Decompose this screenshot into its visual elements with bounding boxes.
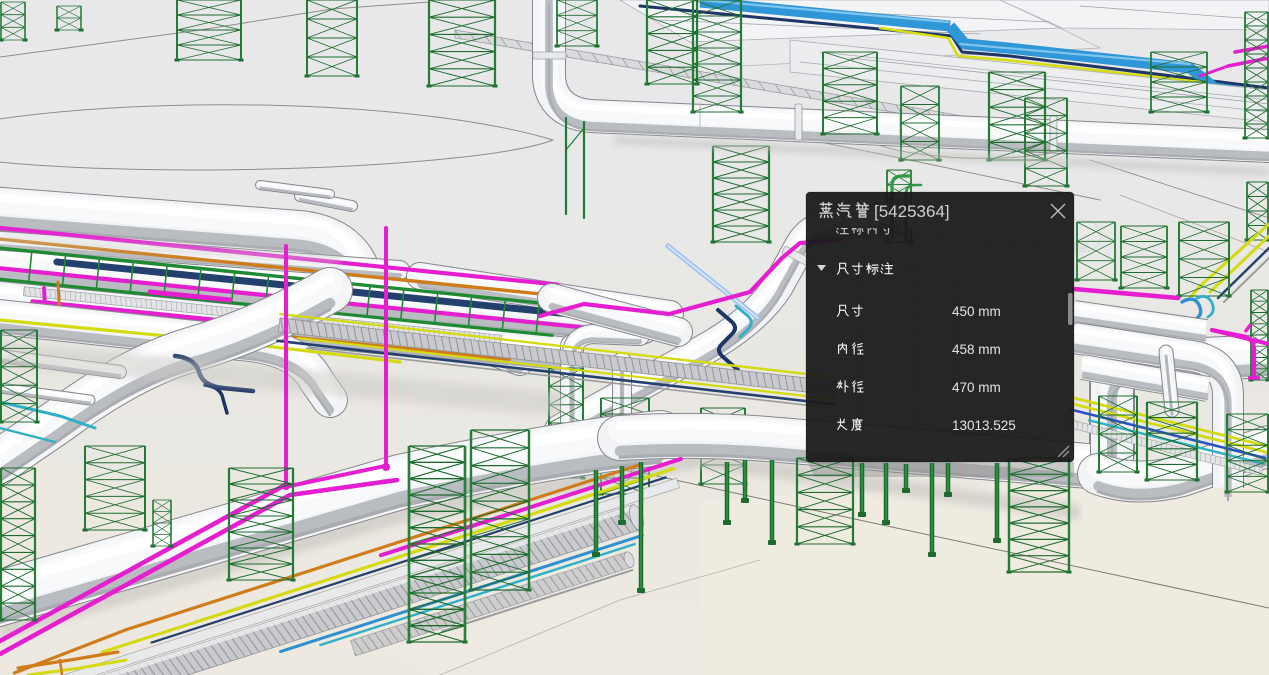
- svg-text:13013.525: 13013.525: [952, 418, 1016, 433]
- svg-text:470 mm: 470 mm: [952, 380, 1001, 395]
- svg-text:450 mm: 450 mm: [952, 304, 1001, 319]
- svg-text:[5425364]: [5425364]: [874, 202, 950, 221]
- svg-text:458 mm: 458 mm: [952, 342, 1001, 357]
